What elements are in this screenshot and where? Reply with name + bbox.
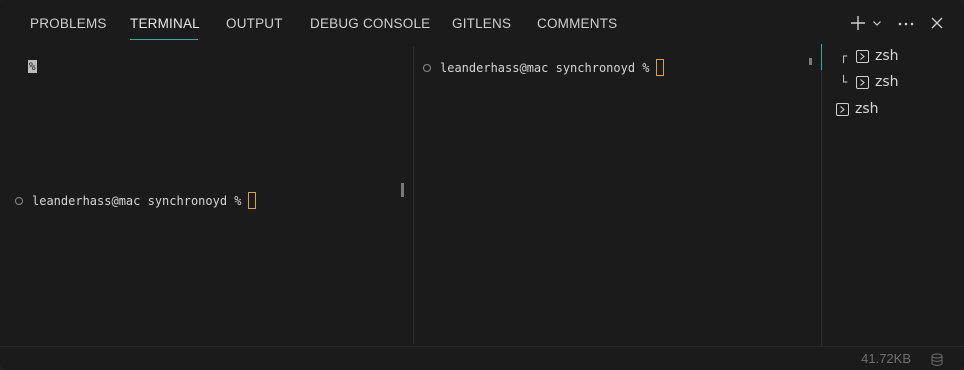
tree-connector-icon: └	[840, 75, 848, 89]
terminal-list-active-bar	[821, 44, 822, 70]
panel-tabs: PROBLEMS TERMINAL OUTPUT DEBUG CONSOLE G…	[0, 0, 964, 44]
close-icon[interactable]	[929, 15, 945, 31]
tab-gitlens[interactable]: GITLENS	[452, 16, 511, 31]
left-prompt-text: leanderhass@mac synchronoyd %	[32, 193, 242, 208]
tab-terminal[interactable]: TERMINAL	[130, 16, 200, 31]
terminal-list-item[interactable]: ┌ zsh	[840, 48, 899, 64]
terminal-cursor	[247, 192, 256, 209]
terminal-list-label: zsh	[875, 48, 899, 64]
chevron-down-icon[interactable]	[872, 16, 882, 30]
tab-debug-console[interactable]: DEBUG CONSOLE	[310, 16, 430, 31]
terminal-list-label: zsh	[855, 101, 879, 117]
tab-output[interactable]: OUTPUT	[226, 16, 283, 31]
terminal-pane-right[interactable]	[414, 44, 822, 346]
right-scrollbar-thumb[interactable]	[809, 58, 812, 65]
terminal-panel: PROBLEMS TERMINAL OUTPUT DEBUG CONSOLE G…	[0, 0, 964, 370]
right-prompt-text: leanderhass@mac synchronoyd %	[440, 60, 650, 75]
status-size-text: 41.72KB	[861, 351, 911, 366]
terminal-list-item[interactable]: zsh	[836, 101, 879, 117]
terminal-list-divider	[821, 44, 822, 346]
database-icon[interactable]	[931, 352, 943, 366]
plus-icon[interactable]	[850, 14, 866, 32]
terminal-icon	[856, 49, 869, 63]
left-scrollbar-thumb[interactable]	[401, 183, 404, 197]
tab-problems[interactable]: PROBLEMS	[30, 16, 107, 31]
prompt-status-icon	[15, 196, 23, 205]
terminal-icon	[856, 75, 869, 89]
prompt-status-icon	[423, 63, 431, 72]
terminal-list-label: zsh	[875, 74, 899, 90]
status-bar: 41.72KB	[0, 346, 964, 370]
ellipsis-icon[interactable]	[897, 15, 915, 31]
left-terminal-prompt-line[interactable]: leanderhass@mac synchronoyd %	[15, 192, 256, 209]
terminal-icon	[836, 102, 849, 116]
terminal-list-item[interactable]: └ zsh	[840, 74, 899, 90]
right-terminal-prompt-line[interactable]: leanderhass@mac synchronoyd %	[423, 59, 664, 76]
active-tab-indicator	[130, 39, 198, 40]
terminal-cursor	[655, 59, 664, 76]
tab-comments[interactable]: COMMENTS	[537, 16, 617, 31]
leftover-percent: %	[28, 60, 37, 73]
tree-connector-icon: ┌	[840, 49, 848, 63]
